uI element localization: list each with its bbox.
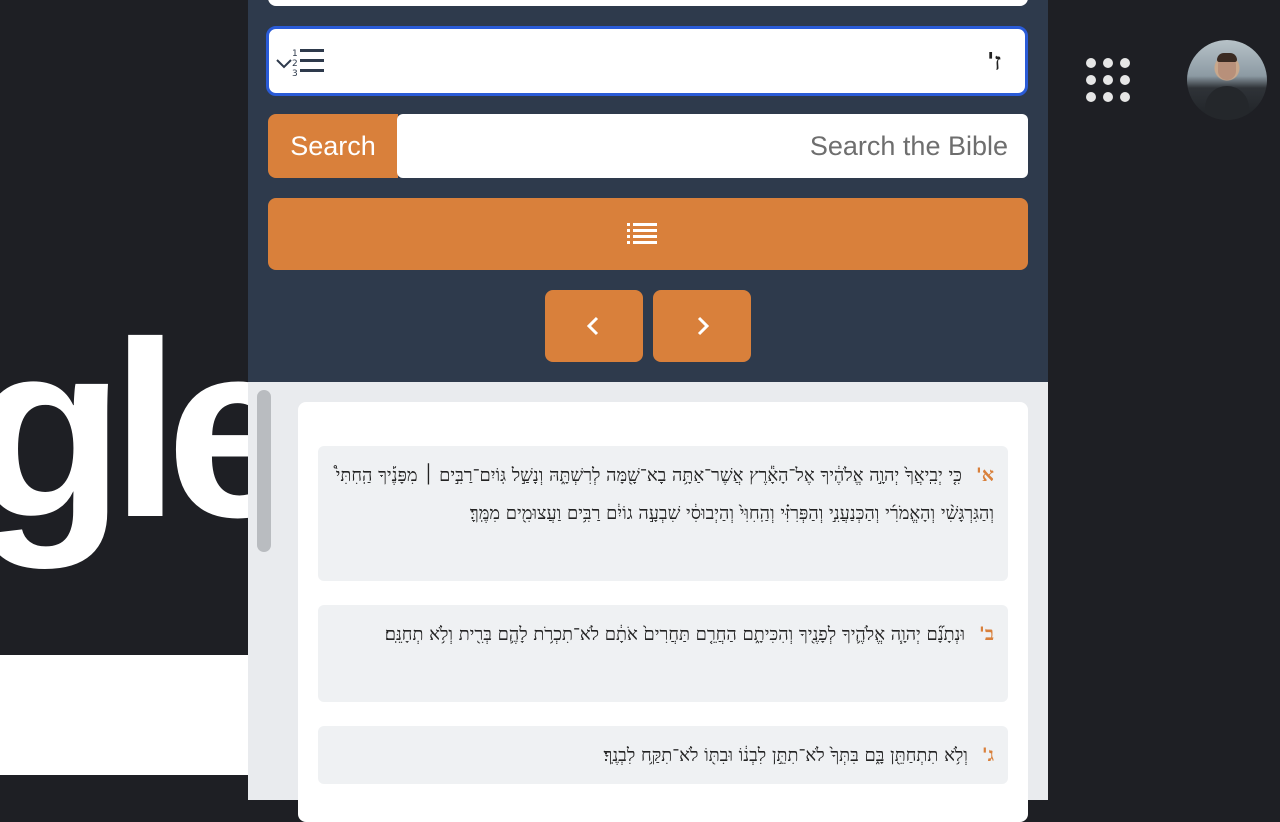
avatar-body bbox=[1205, 86, 1249, 120]
top-select-fragment[interactable] bbox=[268, 0, 1028, 6]
scrollbar[interactable] bbox=[256, 388, 272, 800]
previous-chapter-button[interactable] bbox=[545, 290, 643, 362]
search-box-fragment bbox=[0, 655, 248, 775]
google-logo-fragment: gle bbox=[0, 290, 248, 569]
chevron-left-icon bbox=[586, 316, 599, 336]
verse: א'כִּ֤י יְבִֽיאֲךָ֙ יְהוָ֣ה אֱלֹהֶ֔יךָ א… bbox=[318, 446, 1008, 581]
svg-text:2: 2 bbox=[292, 59, 298, 69]
chapter-select[interactable]: ז' 1 2 3 bbox=[266, 26, 1028, 96]
verse-number: א' bbox=[975, 464, 994, 486]
search-button[interactable]: Search bbox=[268, 114, 398, 178]
chevron-right-icon bbox=[697, 316, 710, 336]
panel-header: ז' 1 2 3 Search bbox=[248, 0, 1048, 382]
verses-card: א'כִּ֤י יְבִֽיאֲךָ֙ יְהוָ֣ה אֱלֹהֶ֔יךָ א… bbox=[298, 402, 1028, 822]
verse-text: וּנְתָנָ֞ם יְהוָ֧ה אֱלֹהֶ֛יךָ לְפָנֶ֖יךָ… bbox=[384, 624, 966, 645]
chapter-select-value: ז' bbox=[986, 47, 1001, 76]
verse-number: ב' bbox=[979, 623, 994, 645]
avatar-hair bbox=[1217, 53, 1237, 62]
list-menu-button[interactable] bbox=[268, 198, 1028, 270]
verse: ג' וְלֹ֥א תִתְחַתֵּ֖ן בָּ֑ם בִּתְּךָ֙ לֹא… bbox=[318, 726, 1008, 784]
background-left: gle bbox=[0, 0, 248, 800]
bible-panel: ז' 1 2 3 Search Search the Bible א'כִּ֤י… bbox=[248, 0, 1048, 822]
svg-text:1: 1 bbox=[292, 49, 298, 59]
verse-text: כִּ֤י יְבִֽיאֲךָ֙ יְהוָ֣ה אֱלֹהֶ֔יךָ אֶל… bbox=[335, 465, 994, 524]
numbered-list-chevron-icon: 1 2 3 bbox=[276, 49, 324, 78]
avatar[interactable] bbox=[1187, 40, 1267, 120]
search-input[interactable] bbox=[397, 114, 1028, 178]
verse: ב' וּנְתָנָ֞ם יְהוָ֧ה אֱלֹהֶ֛יךָ לְפָנֶ֖י… bbox=[318, 605, 1008, 702]
verse-number: ג' bbox=[981, 744, 994, 766]
svg-text:3: 3 bbox=[292, 69, 298, 78]
apps-grid-icon[interactable] bbox=[1086, 58, 1130, 102]
list-icon bbox=[627, 223, 657, 244]
verse-text: וְלֹ֥א תִתְחַתֵּ֖ן בָּ֑ם בִּתְּךָ֙ לֹא־ת… bbox=[603, 745, 968, 766]
next-chapter-button[interactable] bbox=[653, 290, 751, 362]
scrollbar-thumb[interactable] bbox=[257, 390, 271, 552]
